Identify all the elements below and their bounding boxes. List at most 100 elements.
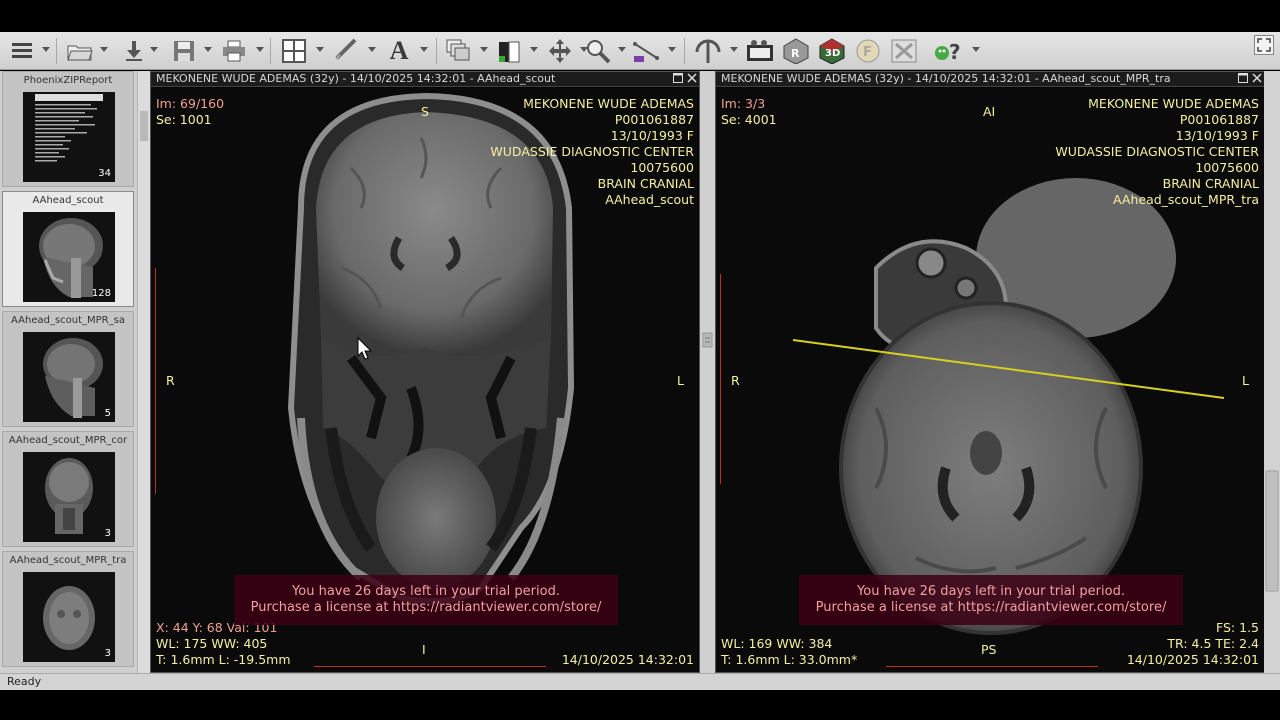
trial-notice[interactable]: You have 26 days left in your trial peri… [799,575,1183,625]
study-description-label: BRAIN CRANIAL [597,176,694,191]
status-bar: Ready [0,673,1280,690]
viewport-splitter[interactable] [700,71,715,673]
cursor-3d-dropdown-arrow[interactable] [730,47,738,52]
thumbnail-image-count: 3 [104,528,111,539]
window-level-dropdown-arrow[interactable] [530,47,538,52]
trial-days-left-text: You have 26 days left in your trial peri… [857,584,1125,599]
thumbnail-image: 3 [23,572,115,662]
thumbnail-image-count: 34 [98,168,111,179]
thumbnail-scrollbar[interactable] [137,71,150,673]
thumbnail-phoenix-zip-report[interactable]: PhoenixZIPReport 34 [2,71,134,187]
link-dropdown-arrow[interactable] [368,47,376,52]
window-level-label: WL: 175 WW: 405 [156,636,268,651]
measure-icon[interactable] [632,37,660,65]
field-strength-label: FS: 1.5 [1216,620,1259,635]
pan-icon[interactable] [546,37,574,65]
print-icon[interactable] [220,37,248,65]
stack-icon[interactable] [444,37,472,65]
trial-purchase-link-text[interactable]: Purchase a license at https://radiantvie… [799,600,1183,616]
fullscreen-icon[interactable] [1254,35,1274,55]
patient-id-label: P001061887 [614,112,694,127]
print-dropdown-arrow[interactable] [256,47,264,52]
mpr-icon[interactable]: R [782,37,810,65]
help-dropdown-arrow[interactable] [972,47,980,52]
maximize-viewport-icon[interactable] [672,73,683,84]
viewport-coronal[interactable]: MEKONENE WUDE ADEMAS (32y) - 14/10/2025 … [150,71,700,673]
cine-icon[interactable] [746,37,774,65]
thumbnail-aahead-scout-mpr-cor[interactable]: AAhead_scout_MPR_cor 3 [2,431,134,547]
horizontal-scale-ruler [314,664,546,667]
fusion-label: F [863,45,872,60]
thumbnail-image: 34 [23,92,115,182]
thumbnail-image-count: 128 [91,288,111,299]
stack-dropdown-arrow[interactable] [480,47,488,52]
zoom-dropdown-arrow[interactable] [618,47,626,52]
annotation-text-icon[interactable]: A [385,36,413,65]
image-index-label: Im: 69/160 [156,96,225,111]
open-folder-icon[interactable] [66,37,94,65]
window-level-label: WL: 169 WW: 384 [721,636,833,651]
viewport-axial-mpr[interactable]: MEKONENE WUDE ADEMAS (32y) - 14/10/2025 … [715,71,1265,673]
menu-icon[interactable] [8,37,36,65]
close-viewport-icon[interactable] [686,73,697,84]
viewport-scrollbar[interactable] [1264,71,1280,673]
tools-icon[interactable] [890,37,918,65]
patient-dob-sex-label: 13/10/1993 F [610,128,694,143]
main-toolbar: A R 3D F ? [0,32,1280,70]
window-level-icon[interactable] [496,37,524,65]
thumbnail-label: AAhead_scout [32,195,104,206]
maximize-viewport-icon[interactable] [1237,73,1248,84]
thumbnail-label: PhoenixZIPReport [23,75,113,86]
thumbnail-aahead-scout[interactable]: AAhead_scout 128 [2,191,134,307]
trial-notice[interactable]: You have 26 days left in your trial peri… [234,575,618,625]
text-dropdown-arrow[interactable] [420,47,428,52]
thumbnail-image-count: 5 [104,408,111,419]
thumbnail-image: 5 [23,332,115,422]
menu-dropdown-arrow[interactable] [42,47,50,52]
series-thumbnail-panel: PhoenixZIPReport 34 AAhead_scout 128 AAh… [0,71,137,673]
save-dropdown-arrow[interactable] [204,47,212,52]
accession-number-label: 10075600 [630,160,694,175]
letterbox-top [0,0,1280,32]
tr-te-label: TR: 4.5 TE: 2.4 [1167,636,1259,651]
orientation-top-marker: AI [983,104,996,119]
close-viewport-icon[interactable] [1251,73,1262,84]
toolbar-separator [684,38,685,64]
patient-name-label: MEKONENE WUDE ADEMAS [523,96,694,111]
orientation-top-marker: S [421,104,429,119]
thumbnail-image-count: 3 [104,648,111,659]
open-dropdown-arrow[interactable] [100,47,108,52]
thumbnail-label: AAhead_scout_MPR_cor [8,435,128,446]
thumbnail-image: 128 [23,212,115,302]
download-icon[interactable] [120,37,148,65]
vertical-scale-ruler [720,274,723,484]
thumbnail-aahead-scout-mpr-tra[interactable]: AAhead_scout_MPR_tra 3 [2,551,134,667]
fusion-icon[interactable]: F [854,37,882,65]
download-dropdown-arrow[interactable] [150,47,158,52]
help-icon[interactable]: ? [934,37,962,65]
toolbar-separator [436,38,437,64]
save-icon[interactable] [170,37,198,65]
zoom-icon[interactable] [584,37,612,65]
vertical-scale-ruler [155,268,158,494]
patient-id-label: P001061887 [1179,112,1259,127]
measure-dropdown-arrow[interactable] [668,47,676,52]
layout-grid-icon[interactable] [280,37,308,65]
orientation-left-marker: R [731,373,740,388]
link-icon[interactable] [332,37,360,65]
institution-label: WUDASSIE DIAGNOSTIC CENTER [1055,144,1259,159]
patient-dob-sex-label: 13/10/1993 F [1175,128,1259,143]
series-number-label: Se: 4001 [721,112,777,127]
layout-dropdown-arrow[interactable] [316,47,324,52]
thumbnail-aahead-scout-mpr-sa[interactable]: AAhead_scout_MPR_sa 5 [2,311,134,427]
cursor-3d-icon[interactable] [694,37,722,65]
3d-icon[interactable]: 3D [818,37,846,65]
trial-purchase-link-text[interactable]: Purchase a license at https://radiantvie… [234,600,618,616]
thumbnail-scrollbar-thumb[interactable] [140,111,148,141]
series-description-label: AAhead_scout_MPR_tra [1113,192,1259,207]
status-text: Ready [7,675,42,688]
image-index-label: Im: 3/3 [721,96,766,111]
orientation-bottom-marker: PS [981,642,997,657]
thumbnail-label: AAhead_scout_MPR_tra [9,555,127,566]
help-label: ? [949,40,961,64]
